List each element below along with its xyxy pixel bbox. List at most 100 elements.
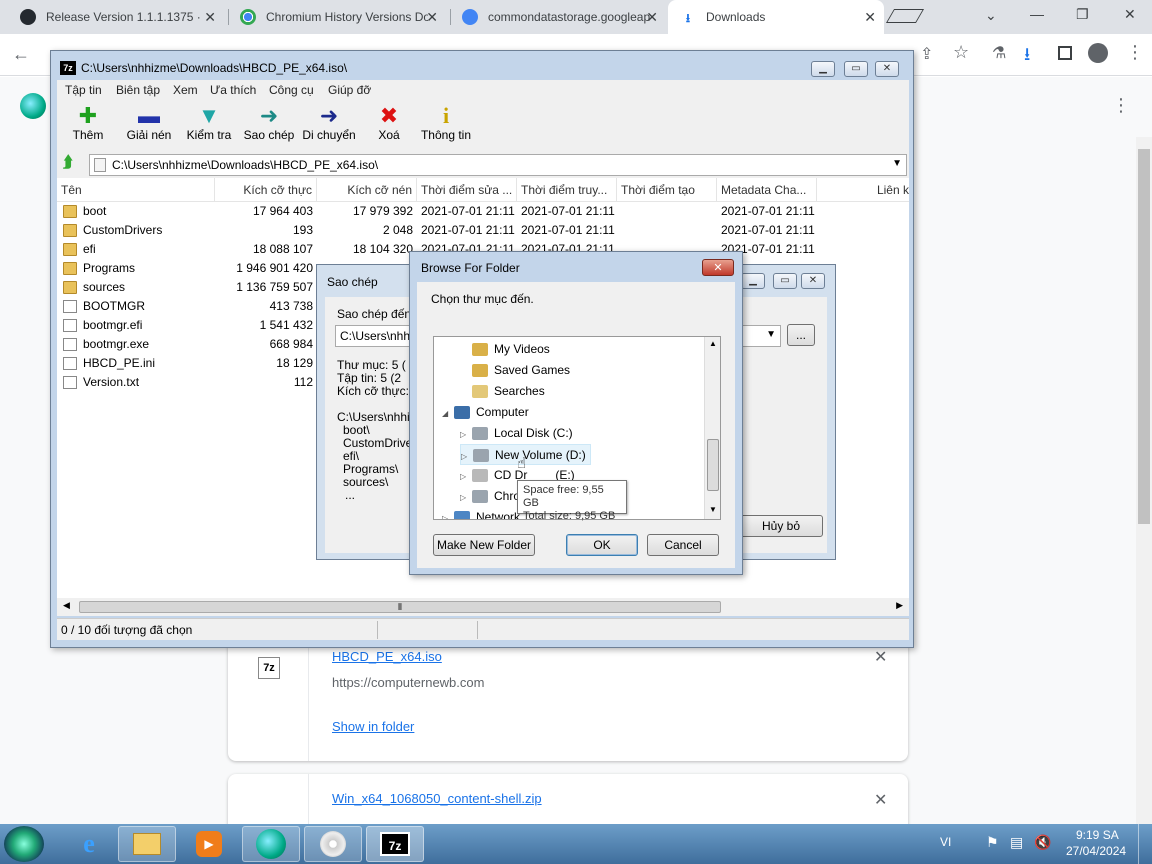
close-window-icon[interactable]: ✕ bbox=[1124, 6, 1136, 23]
close-tab-icon[interactable]: ✕ bbox=[646, 9, 658, 26]
taskbar-7zip[interactable]: 7z bbox=[366, 826, 424, 862]
horizontal-scrollbar[interactable]: ◀ ⦀ ▶ bbox=[57, 598, 909, 616]
start-button[interactable] bbox=[4, 826, 44, 862]
browser-menu-icon[interactable]: ⋮ bbox=[1126, 42, 1144, 63]
extract-button[interactable]: ▬ Giải nén bbox=[121, 104, 177, 143]
taskbar-cd-app[interactable] bbox=[304, 826, 362, 862]
menu-tools[interactable]: Công cụ bbox=[269, 83, 314, 97]
tree-item[interactable]: ◢ Computer bbox=[442, 402, 529, 423]
tab-search-icon[interactable]: ⌄ bbox=[985, 7, 997, 24]
show-in-folder-link[interactable]: Show in folder bbox=[332, 719, 414, 734]
close-tab-icon[interactable]: ✕ bbox=[864, 9, 876, 26]
profile-avatar-icon[interactable] bbox=[1088, 43, 1108, 63]
menu-help[interactable]: Giúp đỡ bbox=[328, 83, 371, 97]
delete-button[interactable]: ✖ Xoá bbox=[371, 104, 407, 143]
expand-arrow-icon[interactable]: ▷ bbox=[460, 487, 470, 508]
expand-arrow-icon[interactable]: ▷ bbox=[461, 446, 471, 467]
remove-download-icon[interactable]: ✕ bbox=[874, 790, 887, 810]
page-menu-icon[interactable]: ⋮ bbox=[1112, 95, 1130, 116]
cancel-button[interactable]: Hủy bỏ bbox=[739, 515, 823, 537]
page-scrollbar[interactable] bbox=[1136, 137, 1152, 824]
tab-downloads[interactable]: ⭳ Downloads ✕ bbox=[668, 0, 884, 34]
minimize-button[interactable]: ▁ bbox=[741, 273, 765, 289]
file-row[interactable]: CustomDrivers 193 2 048 2021-07-01 21:11 202… bbox=[57, 221, 909, 240]
file-row[interactable]: boot 17 964 403 17 979 392 2021-07-01 21:11… bbox=[57, 202, 909, 221]
column-metadata[interactable]: Metadata Cha... bbox=[717, 178, 817, 202]
minimize-button[interactable]: ▁ bbox=[811, 61, 835, 77]
maximize-icon[interactable]: ❐ bbox=[1076, 6, 1089, 23]
clock-time[interactable]: 9:19 SA bbox=[1076, 828, 1119, 842]
move-button[interactable]: ➜ Di chuyển bbox=[299, 104, 359, 143]
tree-item[interactable]: ▷ Local Disk (C:) bbox=[460, 423, 573, 444]
tree-item[interactable]: Searches bbox=[460, 381, 545, 402]
back-icon[interactable]: ← bbox=[12, 44, 30, 65]
tab-release-version[interactable]: Release Version 1.1.1.1375 · ✕ bbox=[8, 0, 224, 34]
downloads-icon[interactable]: ⭳ bbox=[1024, 42, 1030, 72]
browse-button[interactable]: ... bbox=[787, 324, 815, 346]
share-icon[interactable]: ⇪ bbox=[920, 44, 933, 64]
tab-chromium-history[interactable]: Chromium History Versions Do ✕ bbox=[228, 0, 446, 34]
taskbar-explorer[interactable] bbox=[118, 826, 176, 862]
tree-item[interactable]: Saved Games bbox=[460, 360, 570, 381]
expand-arrow-icon[interactable]: ▷ bbox=[460, 466, 470, 487]
maximize-button[interactable]: ▭ bbox=[844, 61, 868, 77]
close-button[interactable]: ✕ bbox=[875, 61, 899, 77]
test-button[interactable]: ▼ Kiểm tra bbox=[181, 104, 237, 143]
info-button[interactable]: i Thông tin bbox=[417, 104, 475, 143]
language-indicator[interactable]: VI bbox=[940, 835, 951, 849]
minimize-icon[interactable]: — bbox=[1030, 6, 1044, 22]
side-panel-icon[interactable] bbox=[1058, 46, 1072, 60]
column-link[interactable]: Liên k bbox=[817, 178, 909, 202]
taskbar-chromium[interactable] bbox=[242, 826, 300, 862]
download-filename-link[interactable]: Win_x64_1068050_content-shell.zip bbox=[332, 791, 542, 806]
tab-commondatastorage[interactable]: commondatastorage.googleap ✕ bbox=[450, 0, 666, 34]
column-name[interactable]: Tên bbox=[57, 178, 215, 202]
download-filename-link[interactable]: HBCD_PE_x64.iso bbox=[332, 649, 442, 664]
ok-button[interactable]: OK bbox=[566, 534, 638, 556]
new-tab-button[interactable] bbox=[885, 9, 925, 23]
network-icon[interactable]: ▤ bbox=[1010, 834, 1023, 851]
menu-file[interactable]: Tập tin bbox=[65, 83, 102, 97]
expand-arrow-icon[interactable]: ◢ bbox=[442, 403, 452, 424]
column-modified[interactable]: Thời điểm sửa ... bbox=[417, 178, 517, 202]
tree-item[interactable]: ▷ Network bbox=[442, 507, 520, 519]
close-tab-icon[interactable]: ✕ bbox=[426, 9, 438, 26]
menu-favorites[interactable]: Ưa thích bbox=[210, 83, 256, 97]
menu-view[interactable]: Xem bbox=[173, 83, 198, 97]
close-button[interactable]: ✕ bbox=[801, 273, 825, 289]
maximize-button[interactable]: ▭ bbox=[773, 273, 797, 289]
dropdown-arrow-icon[interactable]: ▼ bbox=[892, 158, 902, 169]
make-new-folder-button[interactable]: Make New Folder bbox=[433, 534, 535, 556]
cancel-button[interactable]: Cancel bbox=[647, 534, 719, 556]
volume-muted-icon[interactable]: 🔇 bbox=[1034, 834, 1051, 851]
scroll-thumb[interactable] bbox=[707, 439, 719, 491]
clock-date[interactable]: 27/04/2024 bbox=[1066, 844, 1126, 858]
close-button[interactable]: ✕ bbox=[702, 259, 734, 276]
column-size[interactable]: Kích cỡ thực bbox=[215, 178, 317, 202]
show-desktop-button[interactable] bbox=[1138, 824, 1152, 864]
tree-scrollbar[interactable]: ▲ ▼ bbox=[704, 337, 720, 519]
scroll-left-icon[interactable]: ◀ bbox=[63, 600, 70, 611]
scroll-right-icon[interactable]: ▶ bbox=[896, 600, 903, 611]
copy-button[interactable]: ➜ Sao chép bbox=[241, 104, 297, 143]
action-center-icon[interactable]: ⚑ bbox=[986, 834, 999, 851]
bookmark-star-icon[interactable]: ☆ bbox=[953, 42, 969, 63]
remove-download-icon[interactable]: ✕ bbox=[874, 647, 887, 667]
scroll-up-icon[interactable]: ▲ bbox=[709, 339, 717, 348]
expand-arrow-icon[interactable]: ▷ bbox=[460, 424, 470, 445]
column-packed[interactable]: Kích cỡ nén bbox=[317, 178, 417, 202]
taskbar-media-player[interactable]: ▶ bbox=[180, 826, 238, 862]
expand-arrow-icon[interactable]: ▷ bbox=[442, 508, 452, 519]
add-button[interactable]: ✚ Thêm bbox=[65, 104, 111, 143]
dropdown-arrow-icon[interactable]: ▼ bbox=[766, 329, 776, 340]
column-created[interactable]: Thời điểm tạo bbox=[617, 178, 717, 202]
up-folder-icon[interactable]: ⮭ bbox=[63, 154, 72, 172]
close-tab-icon[interactable]: ✕ bbox=[204, 9, 216, 26]
extensions-icon[interactable]: ⚗ bbox=[992, 43, 1006, 63]
scroll-thumb[interactable]: ⦀ bbox=[79, 601, 721, 613]
address-input[interactable]: C:\Users\nhhizme\Downloads\HBCD_PE_x64.i… bbox=[89, 154, 907, 176]
scroll-down-icon[interactable]: ▼ bbox=[709, 505, 717, 514]
menu-edit[interactable]: Biên tập bbox=[116, 83, 160, 97]
taskbar-internet-explorer[interactable]: e bbox=[60, 826, 118, 862]
tree-item[interactable]: My Videos bbox=[460, 339, 550, 360]
